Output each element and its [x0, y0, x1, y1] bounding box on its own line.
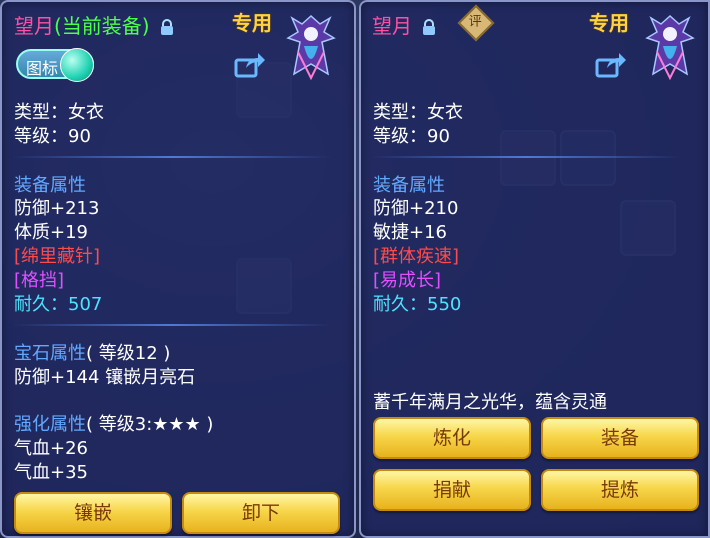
gem-line: 防御+144 镶嵌月亮石 [14, 367, 196, 388]
current-equipped-tag: (当前装备) [54, 14, 150, 38]
character-portrait-icon [286, 14, 336, 81]
attr-line: 防御+210 [373, 198, 459, 219]
item-level: 等级：90 [373, 126, 450, 147]
divider [371, 156, 681, 158]
attr-line: 敏捷+16 [373, 222, 447, 243]
enhance-line: 气血+35 [14, 462, 88, 483]
item-name: 望月 [372, 10, 436, 39]
unequip-button[interactable]: 卸下 [182, 492, 340, 534]
special-skill: [群体疾速] [373, 246, 460, 267]
extract-button[interactable]: 提炼 [541, 469, 699, 511]
icon-toggle-label: 图标 [26, 59, 59, 78]
item-name-text: 望月 [14, 14, 54, 38]
lock-icon [423, 19, 436, 35]
enhance-line: 气血+26 [14, 438, 88, 459]
item-level: 等级：90 [14, 126, 91, 147]
icon-toggle[interactable]: 图标 [16, 48, 94, 82]
exclusive-label: 专用 [589, 11, 629, 35]
enhance-attr-heading: 强化属性( 等级3:★★★ ) [14, 410, 213, 436]
current-equipment-tooltip: 望月(当前装备) 专用 图标 类型：女衣 等级：90 装备属性 防御+213 体… [0, 0, 356, 538]
attr-line: 体质+19 [14, 222, 88, 243]
gem-level: ( 等级12 ) [86, 343, 171, 364]
attr-line: 防御+213 [14, 198, 100, 219]
special-skill: [绵里藏针] [14, 246, 101, 267]
share-icon[interactable] [595, 52, 627, 78]
lock-icon [160, 19, 173, 35]
durability: 耐久：550 [373, 294, 462, 315]
item-type: 类型：女衣 [373, 102, 463, 123]
donate-button[interactable]: 捐献 [373, 469, 531, 511]
item-type: 类型：女衣 [14, 102, 104, 123]
item-name-text: 望月 [372, 14, 412, 38]
equip-button[interactable]: 装备 [541, 417, 699, 459]
durability: 耐久：507 [14, 294, 103, 315]
rating-badge-label: 评 [468, 14, 482, 30]
character-portrait-icon [645, 14, 695, 81]
inlay-button[interactable]: 镶嵌 [14, 492, 172, 534]
refine-button[interactable]: 炼化 [373, 417, 531, 459]
special-effect: [易成长] [373, 270, 442, 291]
enhance-attr-title: 强化属性 [14, 414, 86, 435]
item-description: 蓄千年满月之光华，蕴含灵通 [373, 392, 607, 413]
new-equipment-tooltip: 望月 专用 类型：女衣 等级：90 装备属性 防御+210 敏捷+16 [群体疾… [359, 0, 710, 538]
special-effect: [格挡] [14, 270, 65, 291]
gem-attr-title: 宝石属性 [14, 343, 86, 364]
enhance-level: ( 等级3:★★★ ) [86, 414, 214, 435]
divider [12, 324, 332, 326]
exclusive-label: 专用 [232, 11, 272, 35]
gem-attr-heading: 宝石属性( 等级12 ) [14, 339, 170, 365]
toggle-knob [60, 48, 94, 82]
divider [12, 156, 332, 158]
attr-line-compare: 防御+210 [373, 194, 466, 220]
share-icon[interactable] [234, 52, 266, 78]
item-name: 望月(当前装备) [14, 10, 174, 39]
